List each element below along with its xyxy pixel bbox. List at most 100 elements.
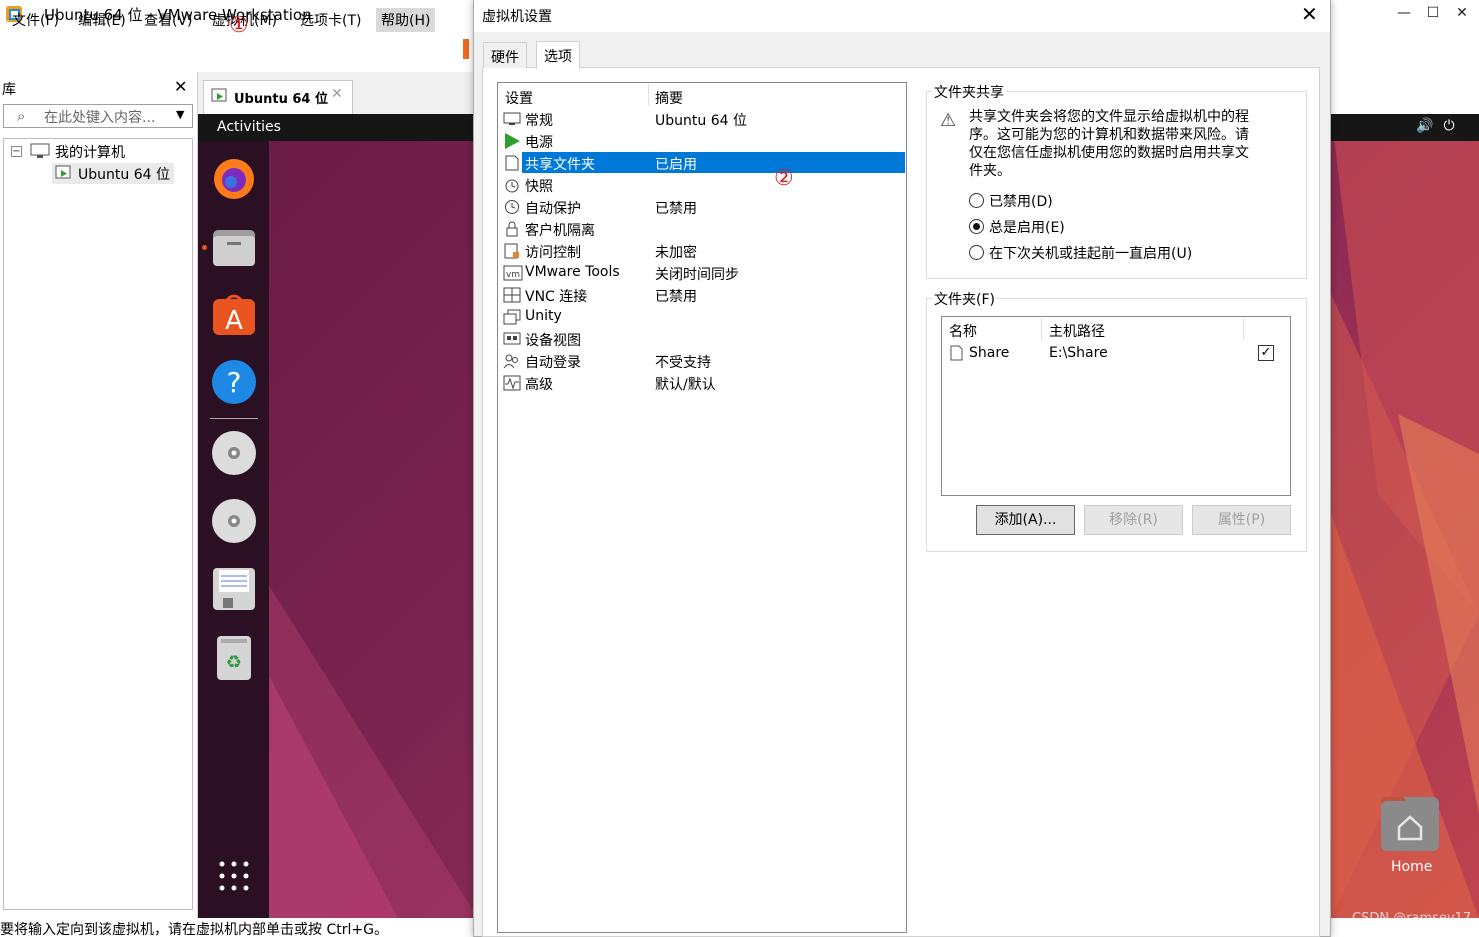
setting-access-control[interactable]: 访问控制 (525, 242, 581, 262)
files-icon[interactable] (211, 224, 257, 270)
warning-icon: ⚠ (940, 110, 957, 131)
dialog-title: 虚拟机设置 (482, 9, 552, 25)
vm-tab-label: Ubuntu 64 位 (234, 92, 328, 107)
setting-device-view[interactable]: 设备视图 (525, 330, 581, 350)
computer-icon (30, 143, 50, 163)
help-icon[interactable]: ? (211, 359, 257, 405)
setting-autologin-summary: 不受支持 (655, 355, 711, 371)
radio-until-poweroff-label[interactable]: 在下次关机或挂起前一直启用(U) (989, 243, 1192, 263)
dvd-icon[interactable] (211, 430, 257, 476)
tree-collapse-toggle[interactable]: − (11, 146, 22, 157)
sharing-warning-text: 共享文件夹会将您的文件显示给虚拟机中的程序。这可能为您的计算机和数据带来风险。请… (969, 109, 1249, 179)
setting-advanced-summary: 默认/默认 (655, 377, 716, 393)
tree-item-my-computer[interactable]: 我的计算机 (55, 142, 125, 162)
setting-vmware-tools[interactable]: VMware Tools (525, 264, 620, 280)
folders-name-header[interactable]: 名称 (949, 321, 977, 341)
library-search-placeholder: 在此处键入内容... (44, 110, 156, 126)
floppy-icon[interactable] (211, 566, 257, 612)
folder-properties-button[interactable]: 属性(P) (1192, 505, 1291, 535)
access-icon (503, 243, 521, 259)
vnc-icon (503, 287, 521, 303)
setting-shared-folders-summary: 已启用 (655, 157, 697, 173)
vm-icon (55, 165, 73, 185)
clock-icon (503, 199, 521, 215)
users-icon (503, 353, 521, 369)
tab-hardware[interactable]: 硬件 (483, 42, 527, 68)
setting-general[interactable]: 常规 (525, 110, 553, 130)
device-view-icon (503, 331, 521, 347)
radio-always-enabled-label[interactable]: 总是启用(E) (989, 217, 1065, 237)
search-icon: ⌕ (17, 107, 26, 125)
menu-tabs[interactable]: 选项卡(T) (295, 8, 366, 32)
advanced-icon (503, 375, 521, 391)
snapshot-icon (503, 177, 521, 193)
running-indicator (202, 245, 207, 250)
setting-unity[interactable]: Unity (525, 308, 562, 324)
vm-tab-close-button[interactable]: ✕ (331, 86, 343, 102)
setting-advanced[interactable]: 高级 (525, 374, 553, 394)
trash-icon[interactable]: ♻ (211, 634, 257, 680)
folders-list (941, 316, 1291, 496)
dock-separator (210, 418, 258, 419)
menu-file[interactable]: 文件(F) (7, 8, 64, 32)
dvd-icon-2[interactable] (211, 498, 257, 544)
svg-text:A: A (225, 306, 243, 336)
annotation-step-2: ② (774, 166, 794, 191)
tab-options[interactable]: 选项 (536, 41, 580, 69)
minimize-button[interactable]: — (1389, 2, 1419, 24)
dialog-close-button[interactable]: ✕ (1301, 2, 1318, 26)
setting-vnc[interactable]: VNC 连接 (525, 286, 587, 306)
svg-text:?: ? (227, 366, 242, 399)
settings-column-header[interactable]: 设置 (505, 88, 533, 108)
maximize-button[interactable]: ☐ (1418, 2, 1448, 24)
folder-row-name[interactable]: Share (969, 345, 1009, 361)
svg-text:vm: vm (506, 270, 520, 280)
setting-shared-folders[interactable]: 共享文件夹 (525, 154, 595, 174)
setting-vnc-summary: 已禁用 (655, 289, 697, 305)
library-tree (3, 138, 193, 910)
setting-autoprotect[interactable]: 自动保护 (525, 198, 581, 218)
folders-title: 文件夹(F) (932, 289, 997, 309)
activities-button[interactable]: Activities (217, 119, 281, 135)
home-folder-label: Home (1391, 859, 1433, 875)
chevron-down-icon[interactable]: ▼ (176, 108, 184, 121)
power-icon[interactable]: ⏻ (1443, 118, 1464, 134)
setting-snapshots[interactable]: 快照 (525, 176, 553, 196)
setting-autoprotect-summary: 已禁用 (655, 201, 697, 217)
library-close-button[interactable]: ✕ (174, 77, 187, 96)
lock-icon (503, 221, 521, 237)
firefox-icon[interactable] (211, 155, 257, 201)
vm-icon: vm (503, 265, 523, 281)
dialog-titlebar (474, 0, 1330, 32)
radio-disabled[interactable] (969, 193, 984, 208)
setting-guest-isolation[interactable]: 客户机隔离 (525, 220, 595, 240)
tree-item-ubuntu-vm[interactable]: Ubuntu 64 位 (78, 164, 170, 184)
app-center-icon[interactable]: A (211, 291, 257, 337)
show-apps-grid-icon[interactable] (218, 860, 250, 892)
close-window-button[interactable]: ✕ (1447, 2, 1477, 24)
setting-access-control-summary: 未加密 (655, 245, 697, 261)
menu-view[interactable]: 查看(V) (139, 8, 198, 32)
setting-autologin[interactable]: 自动登录 (525, 352, 581, 372)
folder-row-path[interactable]: E:\Share (1049, 345, 1108, 361)
folder-enabled-checkbox[interactable]: ✓ (1258, 345, 1274, 361)
home-folder-icon[interactable] (1381, 797, 1439, 851)
svg-text:♻: ♻ (226, 652, 242, 673)
status-text: 要将输入定向到该虚拟机，请在虚拟机内部单击或按 Ctrl+G。 (0, 922, 388, 937)
summary-column-header[interactable]: 摘要 (655, 88, 683, 108)
radio-disabled-label[interactable]: 已禁用(D) (989, 191, 1053, 211)
setting-vmware-tools-summary: 关闭时间同步 (655, 267, 739, 283)
menu-help[interactable]: 帮助(H) (376, 8, 436, 32)
menu-edit[interactable]: 编辑(E) (73, 8, 131, 32)
radio-always-enabled[interactable] (969, 219, 984, 234)
remove-folder-button[interactable]: 移除(R) (1084, 505, 1183, 535)
radio-until-poweroff[interactable] (969, 245, 984, 260)
setting-general-summary: Ubuntu 64 位 (655, 113, 747, 129)
folders-path-header[interactable]: 主机路径 (1049, 321, 1105, 341)
add-folder-button[interactable]: 添加(A)... (976, 505, 1075, 535)
volume-icon[interactable]: 🔊 (1416, 118, 1443, 134)
unity-icon (503, 309, 521, 325)
system-status-icons[interactable]: 🔊⏻ (1416, 118, 1465, 134)
power-toolbar-icon[interactable] (463, 39, 469, 59)
setting-power[interactable]: 电源 (525, 132, 553, 152)
